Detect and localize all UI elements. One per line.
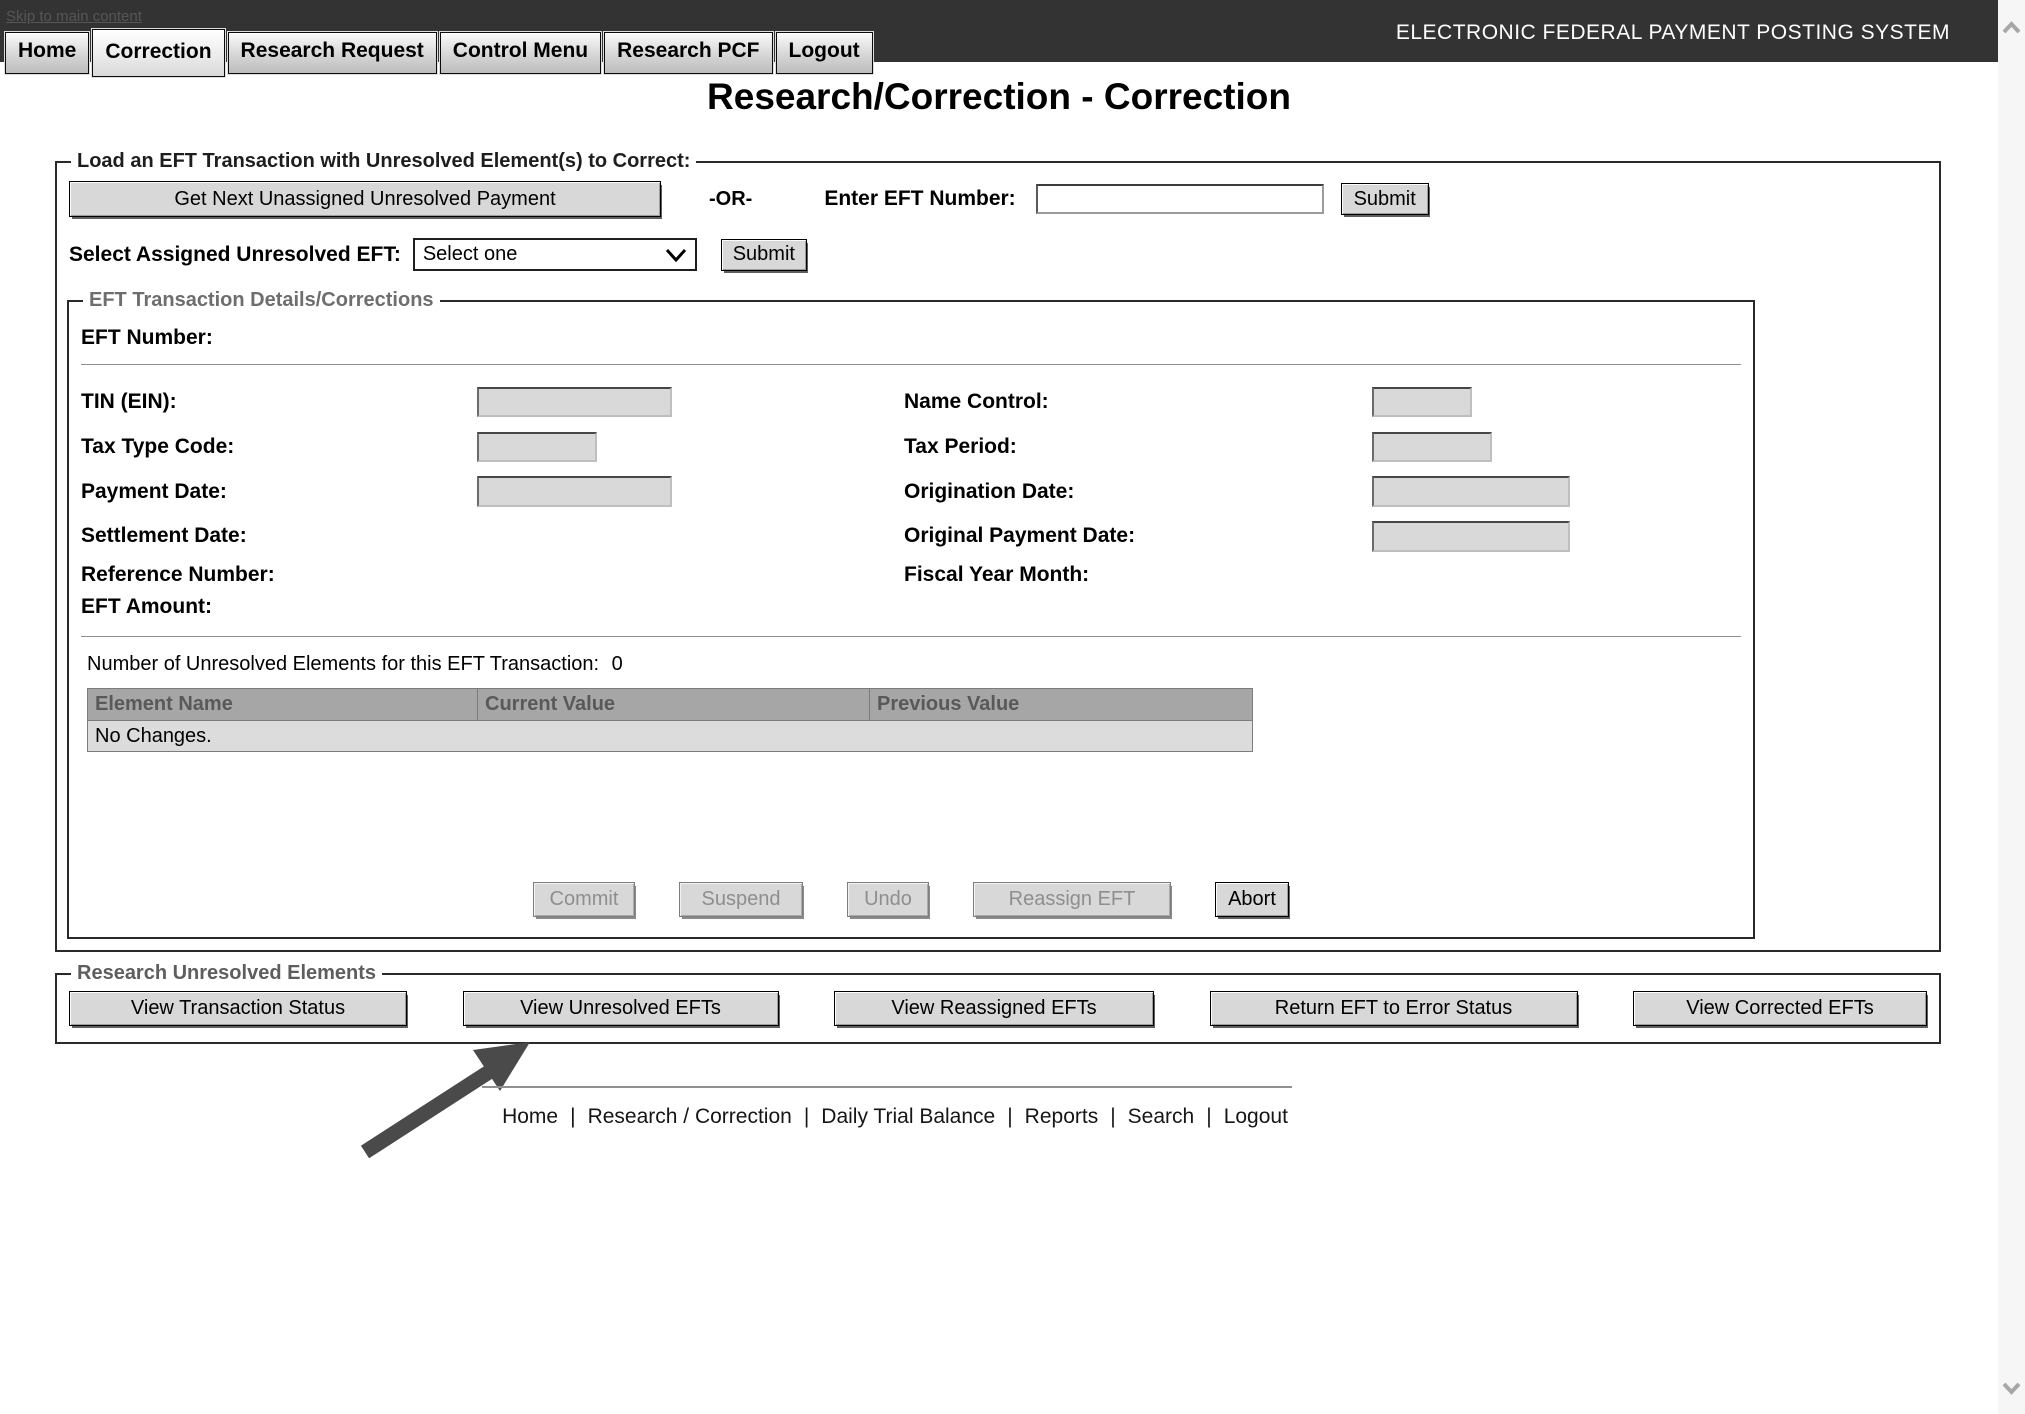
eft-amount-label: EFT Amount: xyxy=(79,595,477,619)
footer-link-logout[interactable]: Logout xyxy=(1224,1105,1288,1128)
scroll-up-icon[interactable] xyxy=(2001,20,2022,36)
column-header-current-value: Current Value xyxy=(478,689,870,721)
tin-label: TIN (EIN): xyxy=(79,390,477,414)
scroll-down-icon[interactable] xyxy=(2001,1380,2022,1396)
original-payment-date-label: Original Payment Date: xyxy=(902,524,1372,548)
name-control-label: Name Control: xyxy=(902,390,1372,414)
eft-details-legend: EFT Transaction Details/Corrections xyxy=(83,289,440,312)
footer-separator: | xyxy=(792,1105,821,1128)
chevron-down-icon xyxy=(665,248,687,262)
tax-type-code-input xyxy=(477,432,597,462)
commit-button: Commit xyxy=(533,882,635,917)
research-unresolved-legend: Research Unresolved Elements xyxy=(71,962,382,985)
footer-link-home[interactable]: Home xyxy=(502,1105,558,1128)
footer-link-reports[interactable]: Reports xyxy=(1025,1105,1099,1128)
divider xyxy=(81,636,1741,637)
load-row-2: Select Assigned Unresolved EFT: Select o… xyxy=(67,238,1929,271)
view-corrected-efts-button[interactable]: View Corrected EFTs xyxy=(1633,991,1927,1026)
tab-research-pcf[interactable]: Research PCF xyxy=(604,32,772,74)
payment-date-input xyxy=(477,476,672,507)
main-nav-tabs: Home Correction Research Request Control… xyxy=(5,29,873,77)
page-title: Research/Correction - Correction xyxy=(0,76,1998,118)
original-payment-date-input xyxy=(1372,521,1570,552)
fiscal-year-month-label: Fiscal Year Month: xyxy=(902,563,1372,587)
no-changes-cell: No Changes. xyxy=(88,721,1253,752)
unresolved-count-label: Number of Unresolved Elements for this E… xyxy=(87,653,599,675)
footer-separator: | xyxy=(1194,1105,1223,1128)
assigned-eft-select[interactable]: Select one xyxy=(413,238,697,271)
reference-number-label: Reference Number: xyxy=(79,563,477,587)
origination-date-label: Origination Date: xyxy=(902,480,1372,504)
name-control-input xyxy=(1372,387,1472,417)
assigned-eft-submit-button[interactable]: Submit xyxy=(721,239,807,271)
system-title: ELECTRONIC FEDERAL PAYMENT POSTING SYSTE… xyxy=(1396,21,1950,45)
tax-period-label: Tax Period: xyxy=(902,435,1372,459)
scrollbar[interactable] xyxy=(1998,0,2025,1414)
view-transaction-status-button[interactable]: View Transaction Status xyxy=(69,991,407,1026)
column-header-previous-value: Previous Value xyxy=(870,689,1253,721)
footer-separator: | xyxy=(558,1105,587,1128)
reassign-eft-button: Reassign EFT xyxy=(973,882,1171,917)
eft-fields-grid: TIN (EIN): Name Control: Tax Type Code: … xyxy=(79,379,1743,622)
action-buttons-row: Commit Suspend Undo Reassign EFT Abort xyxy=(79,882,1743,917)
footer-separator: | xyxy=(1098,1105,1127,1128)
tax-period-input xyxy=(1372,432,1492,462)
application-window: Skip to main content ELECTRONIC FEDERAL … xyxy=(0,0,2025,1414)
eft-number-input[interactable] xyxy=(1036,184,1324,214)
get-next-unassigned-button[interactable]: Get Next Unassigned Unresolved Payment xyxy=(69,181,661,217)
footer-link-research-correction[interactable]: Research / Correction xyxy=(588,1105,792,1128)
return-eft-to-error-status-button[interactable]: Return EFT to Error Status xyxy=(1210,991,1578,1026)
changes-table: Element Name Current Value Previous Valu… xyxy=(87,688,1253,752)
tab-logout[interactable]: Logout xyxy=(776,32,873,74)
unresolved-count-value: 0 xyxy=(612,653,623,675)
table-row: No Changes. xyxy=(88,721,1253,752)
load-eft-section: Load an EFT Transaction with Unresolved … xyxy=(55,150,1941,952)
tax-type-code-label: Tax Type Code: xyxy=(79,435,477,459)
research-unresolved-section: Research Unresolved Elements View Transa… xyxy=(55,962,1941,1044)
eft-details-section: EFT Transaction Details/Corrections EFT … xyxy=(67,289,1755,939)
research-buttons-row: View Transaction Status View Unresolved … xyxy=(67,991,1929,1026)
skip-to-main-link[interactable]: Skip to main content xyxy=(6,8,142,25)
settlement-date-label: Settlement Date: xyxy=(79,524,477,548)
load-row-1: Get Next Unassigned Unresolved Payment -… xyxy=(67,181,1929,217)
unresolved-count-line: Number of Unresolved Elements for this E… xyxy=(87,653,1743,676)
origination-date-input xyxy=(1372,476,1570,507)
tin-input xyxy=(477,387,672,417)
tab-home[interactable]: Home xyxy=(5,32,89,74)
footer-divider xyxy=(482,1086,1292,1088)
view-reassigned-efts-button[interactable]: View Reassigned EFTs xyxy=(834,991,1154,1026)
load-eft-legend: Load an EFT Transaction with Unresolved … xyxy=(71,150,696,173)
view-unresolved-efts-button[interactable]: View Unresolved EFTs xyxy=(463,991,779,1026)
eft-number-field-label: EFT Number: xyxy=(81,326,1743,350)
tab-research-request[interactable]: Research Request xyxy=(228,32,437,74)
eft-number-submit-button[interactable]: Submit xyxy=(1341,183,1429,215)
assigned-eft-select-value: Select one xyxy=(423,243,665,266)
suspend-button: Suspend xyxy=(679,882,803,917)
divider xyxy=(81,364,1741,365)
tab-control-menu[interactable]: Control Menu xyxy=(440,32,601,74)
payment-date-label: Payment Date: xyxy=(79,480,477,504)
annotation-arrow xyxy=(340,1034,550,1159)
select-assigned-eft-label: Select Assigned Unresolved EFT: xyxy=(69,243,401,267)
column-header-element-name: Element Name xyxy=(88,689,478,721)
enter-eft-number-label: Enter EFT Number: xyxy=(824,187,1015,211)
undo-button: Undo xyxy=(847,882,929,917)
changes-table-header-row: Element Name Current Value Previous Valu… xyxy=(88,689,1253,721)
footer-link-search[interactable]: Search xyxy=(1128,1105,1195,1128)
or-separator: -OR- xyxy=(709,188,752,211)
tab-correction[interactable]: Correction xyxy=(92,29,224,77)
abort-button[interactable]: Abort xyxy=(1215,882,1289,917)
footer-separator: | xyxy=(995,1105,1024,1128)
footer-nav: Home|Research / Correction|Daily Trial B… xyxy=(0,1105,1790,1129)
footer-link-daily-trial-balance[interactable]: Daily Trial Balance xyxy=(821,1105,995,1128)
